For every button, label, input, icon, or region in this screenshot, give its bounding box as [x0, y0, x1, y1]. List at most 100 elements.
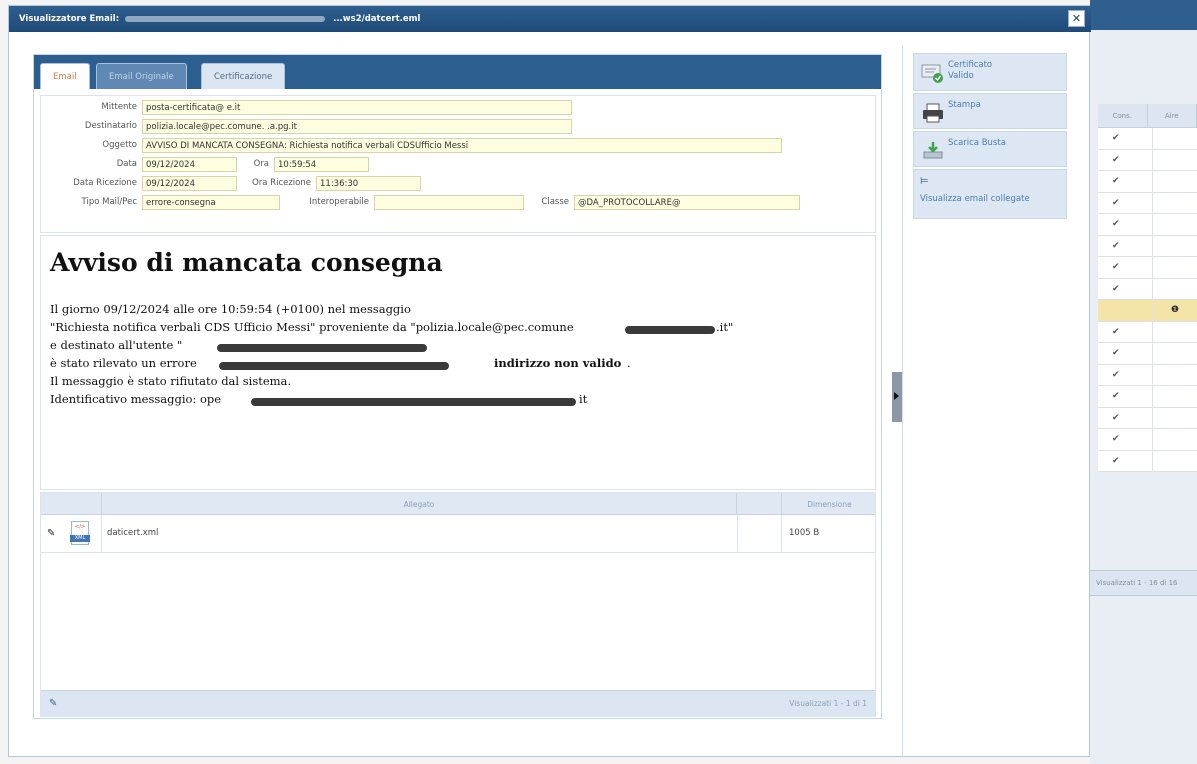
check-icon: ✔	[1098, 214, 1153, 235]
sender-field[interactable]: posta-certificata@ e.it	[142, 100, 572, 115]
dialog-title-tail: ...ws2/datcert.eml	[333, 14, 421, 24]
table-row[interactable]: ✎ </> XML daticert.xml 1005 B	[41, 515, 875, 553]
check-icon: ✔	[1098, 407, 1153, 428]
attachments-footer: ✎ Visualizzati 1 - 1 di 1	[41, 690, 875, 716]
check-icon: ✔	[1098, 429, 1153, 450]
table-row[interactable]: ✔	[1098, 321, 1197, 343]
check-icon: ✔	[1098, 128, 1153, 149]
background-col-aire: Aìre	[1148, 104, 1197, 127]
check-icon: ✔	[1098, 278, 1153, 299]
time-field[interactable]: 10:59:54	[274, 157, 369, 172]
table-row[interactable]: ✔	[1098, 407, 1197, 429]
message-line-4: è stato rilevato un errore	[50, 356, 197, 370]
attachment-column-header[interactable]: Allegato	[101, 493, 737, 515]
message-line-6-end: it	[579, 392, 588, 406]
redaction-mark	[625, 326, 715, 334]
date-field[interactable]: 09/12/2024	[142, 157, 237, 172]
class-label: Classe	[541, 197, 569, 207]
valid-certificate-label: Certificato Valido	[948, 60, 993, 81]
attachment-name[interactable]: daticert.xml	[107, 528, 158, 538]
redaction-mark	[251, 398, 576, 406]
table-row[interactable]: ✔	[1098, 450, 1197, 472]
message-line-4-error: indirizzo non valido	[494, 356, 622, 370]
table-row[interactable]: ✔	[1098, 235, 1197, 257]
table-row[interactable]: ✔	[1098, 343, 1197, 365]
message-line-2: "Richiesta notifica verbali CDS Ufficio …	[50, 320, 574, 334]
date-label: Data	[116, 159, 137, 169]
table-row[interactable]: ✔	[1098, 429, 1197, 451]
subject-label: Oggetto	[102, 140, 137, 150]
interoperable-label: Interoperabile	[309, 197, 369, 207]
dialog-titlebar[interactable]: Visualizzatore Email: ...ws2/datcert.eml…	[9, 6, 1091, 32]
receipt-date-field[interactable]: 09/12/2024	[142, 176, 237, 191]
table-row[interactable]: ✔	[1098, 128, 1197, 150]
edit-icon[interactable]: ✎	[47, 528, 55, 539]
receipt-time-label: Ora Ricezione	[252, 178, 311, 188]
background-grid-header: Cons. Aìre	[1098, 104, 1197, 128]
email-header-fields: Mittente posta-certificata@ e.it Destina…	[40, 95, 876, 233]
download-envelope-button[interactable]: Scarica Busta	[913, 131, 1067, 167]
email-viewer-dialog: Visualizzatore Email: ...ws2/datcert.eml…	[8, 5, 1091, 758]
download-envelope-label: Scarica Busta	[948, 138, 1006, 148]
receipt-time-field[interactable]: 11:36:30	[316, 176, 421, 191]
certificate-icon	[920, 60, 946, 86]
divider	[902, 46, 903, 758]
message-line-2-end: .it"	[716, 320, 734, 334]
print-label: Stampa	[948, 100, 981, 110]
subject-field[interactable]: AVVISO DI MANCATA CONSEGNA: Richiesta no…	[142, 138, 782, 153]
tab-bar: Email Email Originale Certificazione	[34, 55, 881, 89]
message-line-4-end: .	[627, 356, 631, 370]
table-row[interactable]: ✔	[1098, 149, 1197, 171]
recipient-field[interactable]: polizia.locale@pec.comune. .a.pg.it	[142, 119, 572, 134]
valid-certificate-button[interactable]: Certificato Valido	[913, 53, 1067, 91]
check-icon: ✔	[1098, 343, 1153, 364]
table-row-highlighted[interactable]: ❶	[1098, 300, 1197, 322]
check-icon: ✔	[1098, 257, 1153, 278]
recipient-label: Destinatario	[84, 121, 137, 131]
print-button[interactable]: Stampa	[913, 93, 1067, 129]
redaction-mark	[217, 344, 427, 352]
attachment-size: 1005 B	[789, 528, 820, 538]
check-icon: ✔	[1098, 149, 1153, 170]
mail-type-label: Tipo Mail/Pec	[81, 197, 137, 207]
attachments-count: Visualizzati 1 - 1 di 1	[789, 699, 867, 708]
background-grid-rows: ✔ ✔ ✔ ✔ ✔ ✔ ✔ ✔ ❶ ✔ ✔ ✔ ✔ ✔ ✔ ✔	[1098, 128, 1197, 472]
table-row[interactable]: ✔	[1098, 257, 1197, 279]
xml-file-icon: </> XML	[70, 521, 90, 545]
attachments-grid: Allegato Dimensione ✎ </> XML daticert.x…	[40, 492, 876, 717]
close-button[interactable]: ✕	[1068, 10, 1085, 27]
class-field[interactable]: @DA_PROTOCOLLARE@	[574, 195, 800, 210]
edit-icon[interactable]: ✎	[49, 698, 57, 709]
message-line-3: e destinato all'utente "	[50, 338, 183, 352]
table-row[interactable]: ✔	[1098, 386, 1197, 408]
tab-email[interactable]: Email	[40, 63, 90, 89]
time-label: Ora	[253, 159, 269, 169]
check-icon: ✔	[1098, 364, 1153, 385]
check-icon: ✔	[1098, 171, 1153, 192]
background-app: Cons. Aìre ✔ ✔ ✔ ✔ ✔ ✔ ✔ ✔ ❶ ✔ ✔ ✔ ✔ ✔ ✔…	[1090, 0, 1197, 764]
check-icon: ✔	[1098, 321, 1153, 342]
message-line-1: Il giorno 09/12/2024 alle ore 10:59:54 (…	[50, 302, 411, 316]
email-panel: Email Email Originale Certificazione Mit…	[33, 54, 882, 719]
table-row[interactable]: ✔	[1098, 278, 1197, 300]
dialog-title: Visualizzatore Email:	[19, 14, 120, 24]
tab-original-email[interactable]: Email Originale	[96, 63, 187, 89]
printer-icon	[920, 100, 946, 126]
linked-emails-label: Visualizza email collegate	[920, 194, 1030, 204]
check-icon: ✔	[1098, 192, 1153, 213]
message-line-5: Il messaggio è stato rifiutato dal siste…	[50, 374, 292, 388]
panel-splitter[interactable]	[892, 372, 902, 422]
redaction-mark	[219, 362, 449, 370]
table-row[interactable]: ✔	[1098, 171, 1197, 193]
table-row[interactable]: ✔	[1098, 214, 1197, 236]
size-column-header[interactable]: Dimensione	[781, 493, 877, 515]
background-col-cons: Cons.	[1098, 104, 1148, 127]
tab-certification[interactable]: Certificazione	[201, 63, 286, 89]
background-grid-footer: Visualizzati 1 - 16 di 16	[1090, 570, 1197, 596]
interoperable-field[interactable]	[374, 195, 524, 210]
table-row[interactable]: ✔	[1098, 192, 1197, 214]
check-icon: ✔	[1098, 235, 1153, 256]
table-row[interactable]: ✔	[1098, 364, 1197, 386]
linked-emails-button[interactable]: ⊨ Visualizza email collegate	[913, 169, 1067, 219]
mail-type-field[interactable]: errore-consegna	[142, 195, 280, 210]
